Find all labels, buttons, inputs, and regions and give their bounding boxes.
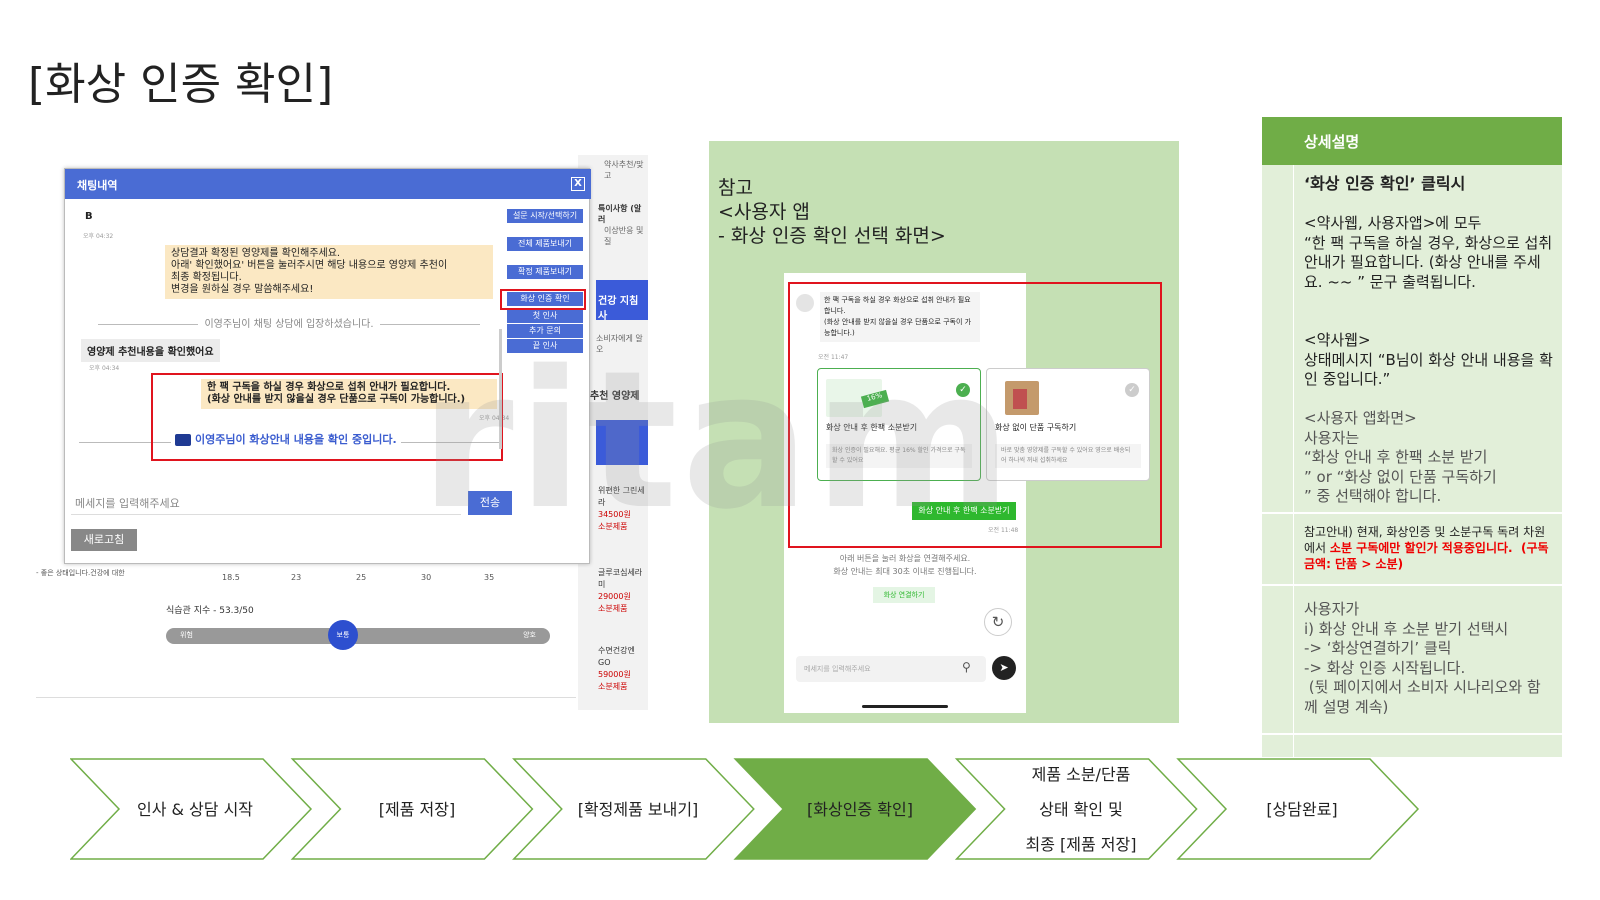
timestamp: 오후 04:32	[83, 233, 114, 240]
flow-step-active: [화상인증 확인]	[807, 799, 913, 819]
divider	[1262, 584, 1562, 586]
axis-tick: 18.5	[222, 573, 240, 582]
message-input[interactable]: 메세지를 입력해주세요	[71, 491, 461, 515]
health-guide-tab[interactable]: 건강 지침사	[596, 280, 648, 322]
divider	[1262, 512, 1562, 514]
flow-step: 인사 & 상담 시작	[136, 799, 254, 819]
side-text: 특이사항 (알러	[598, 204, 642, 224]
product-price: 59000원	[598, 670, 631, 679]
send-all-products-button[interactable]: 전체 제품보내기	[507, 237, 583, 251]
habit-score: 식습관 지수 - 53.3/50	[166, 606, 254, 616]
side-text: 이상반응 및 질	[604, 226, 644, 246]
refresh-icon[interactable]: ↻	[984, 608, 1012, 636]
home-indicator	[862, 705, 948, 708]
flow-step: [상담완료]	[1266, 799, 1338, 819]
slider-low: 위험	[180, 631, 193, 639]
send-confirmed-products-button[interactable]: 확정 제품보내기	[507, 265, 583, 279]
chat-header: 채팅내역 X	[65, 169, 591, 199]
pharmacist-bubble: 상담결과 확정된 영양제를 확인해주세요. 아래' 확인했어요' 버튼을 눌러주…	[165, 245, 493, 299]
app-note: 아래 버튼을 눌러 화상을 연결해주세요. 화상 안내는 최대 30초 이내로 …	[833, 554, 977, 576]
side-text: 약사추천/맞고	[604, 160, 644, 180]
product-item[interactable]: 글루코심세라미 29000원 소분제품	[598, 567, 648, 615]
axis-tick: 23	[291, 573, 302, 582]
slider-knob: 보통	[328, 620, 358, 650]
description-marker-column	[1262, 165, 1294, 757]
slider-high: 양호	[523, 631, 536, 639]
reference-label: 참고 <사용자 앱 - 화상 인증 확인 선택 화면>	[718, 177, 946, 247]
timestamp: 오후 04:34	[89, 365, 120, 372]
description-paragraph: <약사웹, 사용자앱>에 모두 “한 팩 구독을 하실 경우, 화상으로 섭취 …	[1304, 214, 1553, 291]
description-paragraph: <사용자 앱화면> 사용자는 “화상 안내 후 한팩 소분 받기 ” or “화…	[1304, 409, 1497, 505]
product-name: 글루코심세라미	[598, 568, 643, 589]
product-price: 29000원	[598, 592, 631, 601]
description-heading: ‘화상 인증 확인’ 클릭시	[1304, 174, 1466, 193]
system-message: 이영주님이 채팅 상담에 입장하셨습니다.	[79, 315, 499, 330]
highlight-box	[500, 289, 586, 310]
flow-step: 제품 소분/단품 상태 확인 및 최종 [제품 저장]	[1025, 764, 1137, 854]
description-paragraph: 사용자가 i) 화상 안내 후 소분 받기 선택시 -> ‘화상연결하기’ 클릭…	[1304, 600, 1541, 716]
paperclip-icon[interactable]: ⚲	[962, 660, 971, 674]
description-paragraph: <약사웹> 상태메시지 “B님이 화상 안내 내용을 확인 중입니다.”	[1304, 331, 1553, 388]
flow-step: [확정제품 보내기]	[577, 799, 699, 819]
avatar: B	[85, 211, 93, 222]
refresh-button[interactable]: 새로고침	[71, 529, 137, 551]
axis-tick: 25	[356, 573, 367, 582]
description-title: 상세설명	[1304, 133, 1360, 151]
product-tag: 소분제품	[598, 682, 628, 691]
product-item[interactable]: 수면건강엔 GO 59000원 소분제품	[598, 645, 648, 693]
product-tag: 소분제품	[598, 604, 628, 613]
description-note: 참고안내) 현재, 화상인증 및 소분구독 독려 차원에서 소분 구독에만 할인…	[1304, 524, 1554, 572]
chat-title: 채팅내역	[77, 179, 118, 192]
survey-start-button[interactable]: 설문 시작/선택하기	[507, 209, 583, 223]
divider	[1262, 733, 1562, 735]
send-icon[interactable]: ➤	[992, 656, 1016, 680]
status-note: - 좋은 상태입니다.건강에 대한	[36, 569, 125, 577]
app-message-input[interactable]: 메세지를 입력해주세요	[796, 656, 986, 682]
axis-tick: 30	[421, 573, 432, 582]
habit-slider: 위험 양호	[166, 628, 550, 644]
connect-video-button[interactable]: 화상 연결하기	[873, 587, 935, 603]
flow-step: [제품 저장]	[378, 799, 456, 819]
product-name: 수면건강엔 GO	[598, 646, 635, 667]
divider	[36, 697, 576, 698]
user-bubble: 영양제 추천내용을 확인했어요	[81, 339, 220, 362]
watermark: ritam	[420, 330, 1016, 551]
note-highlight: 소분 구독에만 할인가 적용중입니다. (구독 금액: 단품 > 소분)	[1304, 541, 1553, 571]
axis-tick: 35	[484, 573, 495, 582]
page-title: [화상 인증 확인]	[28, 59, 334, 110]
greeting-button[interactable]: 첫 인사	[507, 309, 583, 323]
close-icon[interactable]: X	[571, 177, 585, 191]
